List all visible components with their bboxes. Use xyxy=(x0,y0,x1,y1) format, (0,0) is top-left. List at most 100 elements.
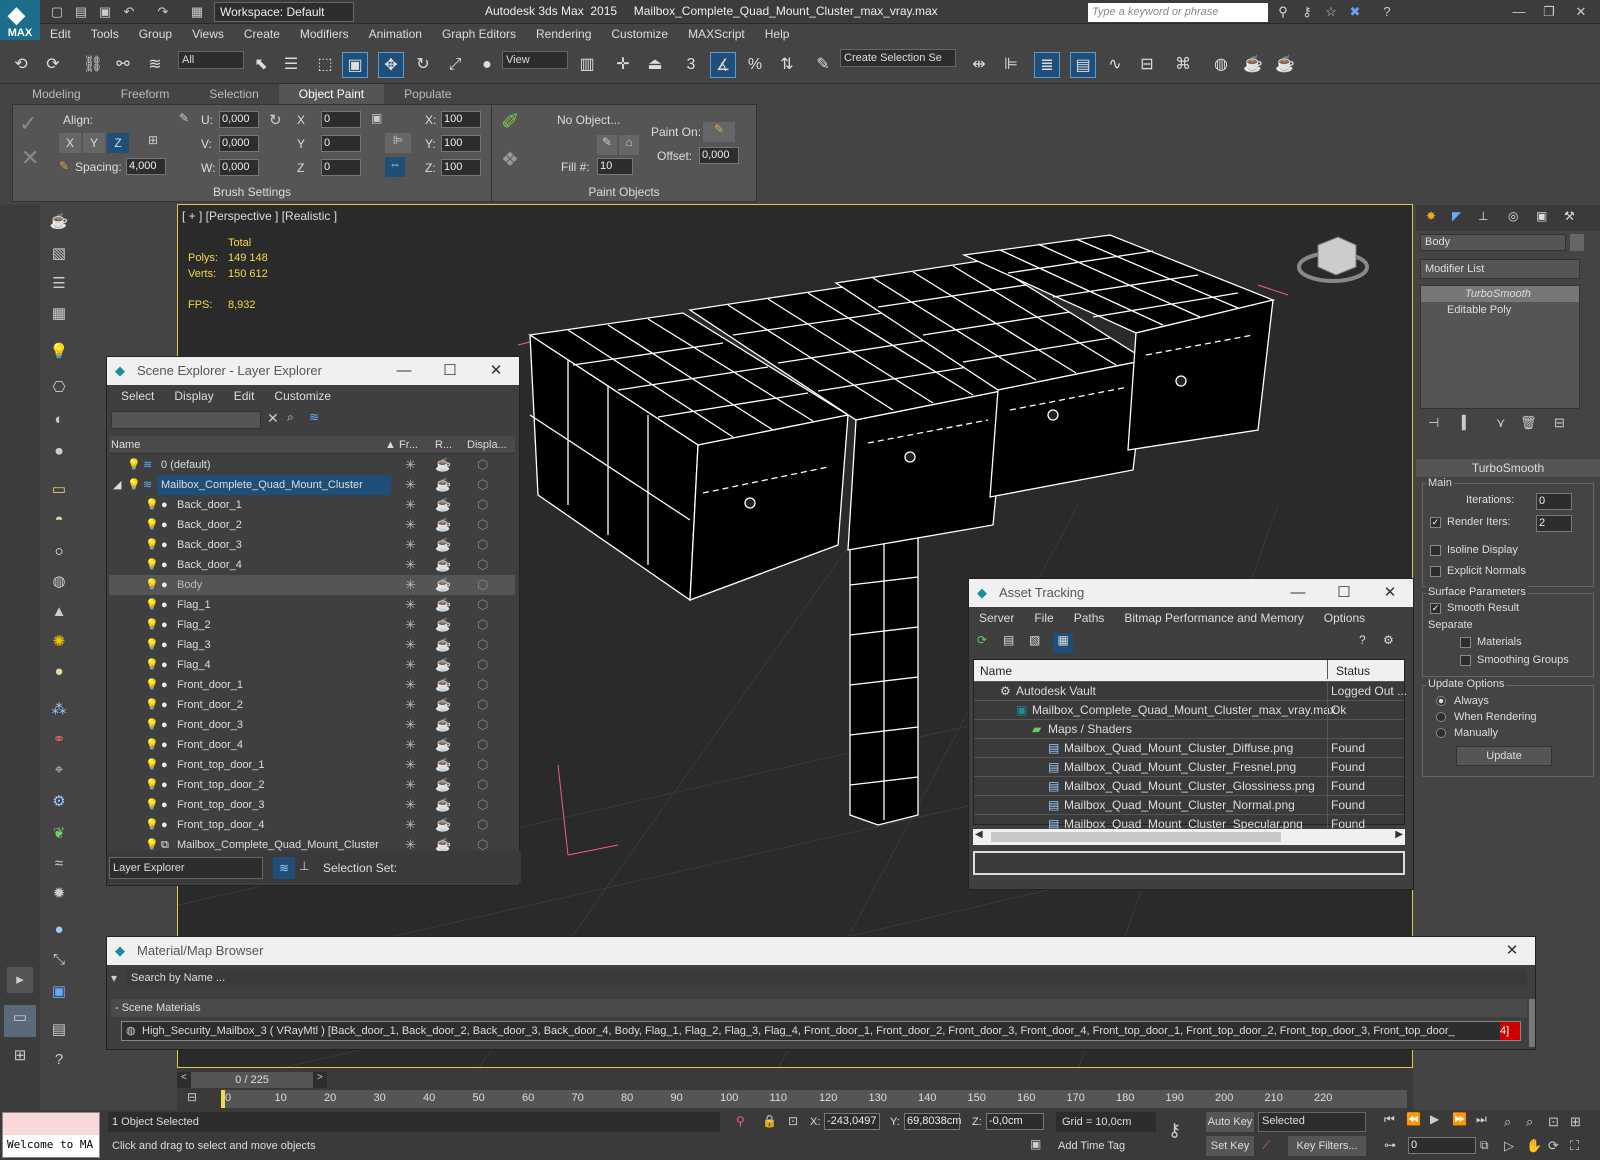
track-bar[interactable]: 0 10 20 30 40 50 60 70 80 90 100 110 120 130 140 150 160… xyxy=(221,1090,1407,1108)
paint-on-dropdown[interactable]: ✎ xyxy=(703,122,735,142)
move-icon[interactable]: ✥ xyxy=(378,52,404,78)
freeze-icon[interactable]: ✳ xyxy=(405,635,416,655)
h-scrollbar[interactable]: ◀ ▶ xyxy=(973,829,1405,845)
align-normal-icon[interactable]: ⊞ xyxy=(143,133,163,153)
minimize-icon[interactable]: — xyxy=(381,357,427,385)
object-row[interactable]: 💡 ● Front_top_door_1 ✳ ☕ ⬡ xyxy=(109,755,515,775)
modify-tab-icon[interactable]: ◤ xyxy=(1452,209,1461,223)
display-box-icon[interactable]: ⬡ xyxy=(477,635,488,655)
tab-selection[interactable]: Selection xyxy=(189,84,278,104)
set-key-icon[interactable]: ⟋ xyxy=(1262,1138,1270,1153)
freeze-icon[interactable]: ✳ xyxy=(405,595,416,615)
display-box-icon[interactable]: ⬡ xyxy=(477,675,488,695)
align-label[interactable]: Align: xyxy=(63,113,93,127)
freeze-icon[interactable]: ✳ xyxy=(405,475,416,495)
viewcube[interactable] xyxy=(1297,236,1369,283)
table-view-icon[interactable]: ▦ xyxy=(1053,633,1073,653)
lock-icon[interactable]: 🔒 xyxy=(762,1114,777,1128)
utilities-tab-icon[interactable]: ⚒ xyxy=(1564,209,1575,223)
render-teapot-icon[interactable]: ☕ xyxy=(435,455,451,475)
cone-icon[interactable]: ▲ xyxy=(46,599,72,625)
menu-views[interactable]: Views xyxy=(182,24,234,44)
star-icon[interactable]: ☆ xyxy=(1322,3,1340,21)
light-icon[interactable]: 💡 xyxy=(46,339,72,365)
selection-filter-dropdown[interactable]: All xyxy=(178,51,244,69)
light-icon[interactable]: 💡 xyxy=(145,495,159,515)
scroll-thumb[interactable] xyxy=(991,832,1281,842)
cancel-icon[interactable]: ✕ xyxy=(21,145,39,171)
asset-row[interactable]: ▣ Mailbox_Complete_Quad_Mount_Cluster_max… xyxy=(974,701,1404,720)
asset-path-field[interactable] xyxy=(973,851,1405,875)
maxscript-listener[interactable]: Welcome to MA xyxy=(2,1112,100,1158)
col-status[interactable]: Status xyxy=(1336,660,1370,682)
list-icon[interactable]: ☰ xyxy=(46,271,72,297)
manipulate-icon[interactable]: ✛ xyxy=(610,52,636,78)
menu-customize[interactable]: Customize xyxy=(601,24,678,44)
materials-checkbox[interactable]: Materials xyxy=(1460,636,1522,648)
asset-row[interactable]: ▤ Mailbox_Quad_Mount_Cluster_Glossiness.p… xyxy=(974,777,1404,796)
menu-tools[interactable]: Tools xyxy=(81,24,129,44)
percent-snap-icon[interactable]: % xyxy=(742,52,768,78)
at-menu-bitmap[interactable]: Bitmap Performance and Memory xyxy=(1114,607,1313,629)
always-radio[interactable]: Always xyxy=(1436,695,1489,707)
edit-named-sel-icon[interactable]: ✎ xyxy=(810,52,836,78)
display-box-icon[interactable]: ⬡ xyxy=(477,655,488,675)
freeze-icon[interactable]: ✳ xyxy=(405,495,416,515)
display-box-icon[interactable]: ⬡ xyxy=(477,555,488,575)
zoom-icon[interactable]: ⌕ xyxy=(1504,1114,1511,1130)
freeze-icon[interactable]: ✳ xyxy=(405,555,416,575)
display-box-icon[interactable]: ⬡ xyxy=(477,775,488,795)
close-icon[interactable]: ✕ xyxy=(1367,579,1413,607)
teapot-icon[interactable]: ☕ xyxy=(46,209,72,235)
freeze-icon[interactable]: ✳ xyxy=(405,455,416,475)
display-box-icon[interactable]: ⬡ xyxy=(477,735,488,755)
align-icon[interactable]: ⊫ xyxy=(998,52,1024,78)
help-search-input[interactable]: Type a keyword or phrase xyxy=(1088,3,1268,22)
light-icon[interactable]: 💡 xyxy=(145,535,159,555)
paint-icon[interactable]: ✐ xyxy=(501,109,519,135)
light-icon[interactable]: 💡 xyxy=(145,655,159,675)
display-box-icon[interactable]: ⬡ xyxy=(477,575,488,595)
hair-icon[interactable]: ≈ xyxy=(46,851,72,877)
object-row[interactable]: 💡 ● Flag_4 ✳ ☕ ⬡ xyxy=(109,655,515,675)
y-coord-field[interactable]: 69,8038cm xyxy=(904,1113,961,1130)
image-icon[interactable]: ▧ xyxy=(46,241,72,267)
display-box-icon[interactable]: ⬡ xyxy=(477,755,488,775)
asset-row[interactable]: ▰ Maps / Shaders xyxy=(974,720,1404,739)
scale-lock-icon[interactable]: ⊫ xyxy=(385,133,411,153)
light-icon[interactable]: 💡 xyxy=(145,595,159,615)
align-y-button[interactable]: Y xyxy=(83,133,105,153)
object-row[interactable]: 💡 ● Front_top_door_3 ✳ ☕ ⬡ xyxy=(109,795,515,815)
render-teapot-icon[interactable]: ☕ xyxy=(435,795,451,815)
light-icon[interactable]: 💡 xyxy=(145,675,159,695)
render-teapot-icon[interactable]: ☕ xyxy=(435,615,451,635)
layers-mode-icon[interactable]: ≋ xyxy=(273,857,295,879)
scale-uniform-icon[interactable]: ⇔ xyxy=(385,157,405,177)
object-row[interactable]: 💡 ● Front_top_door_2 ✳ ☕ ⬡ xyxy=(109,775,515,795)
mirror-icon[interactable]: ⇹ xyxy=(966,52,992,78)
schematic-view-icon[interactable]: ⌘ xyxy=(1170,52,1196,78)
viewport-layout-icon[interactable]: ▭ xyxy=(4,1005,36,1037)
render-teapot-icon[interactable]: ☕ xyxy=(435,815,451,835)
at-menu-server[interactable]: Server xyxy=(969,607,1024,629)
particles-icon[interactable]: ⁂ xyxy=(46,697,72,723)
shell-icon[interactable]: ✹ xyxy=(46,881,72,907)
time-tag-icon[interactable]: ▣ xyxy=(1030,1137,1050,1157)
geosphere-icon[interactable]: ◍ xyxy=(46,569,72,595)
asset-row[interactable]: ▤ Mailbox_Quad_Mount_Cluster_Fresnel.png F… xyxy=(974,758,1404,777)
go-end-icon[interactable]: ⏭ xyxy=(1476,1112,1487,1127)
stack-icon[interactable]: ▤ xyxy=(46,1017,72,1043)
sun-icon[interactable]: ✺ xyxy=(46,629,72,655)
asset-tracking-titlebar[interactable]: ◆ Asset Tracking — ☐ ✕ xyxy=(969,579,1413,607)
isolate-icon[interactable]: ⚲ xyxy=(736,1114,745,1128)
freeze-icon[interactable]: ✳ xyxy=(405,675,416,695)
dynamics-icon[interactable]: ⚭ xyxy=(46,727,72,753)
key-mode-toggle-icon[interactable]: ⊶ xyxy=(1384,1138,1396,1152)
minimize-icon[interactable]: — xyxy=(1510,3,1528,21)
display-box-icon[interactable]: ⬡ xyxy=(477,495,488,515)
freeze-icon[interactable]: ✳ xyxy=(405,795,416,815)
pan-icon[interactable]: ✋ xyxy=(1526,1138,1542,1154)
window-crossing-icon[interactable]: ▣ xyxy=(342,52,368,78)
reference-coord-dropdown[interactable]: View xyxy=(502,51,568,69)
scene-explorer-icon[interactable]: ▤ xyxy=(1070,52,1096,78)
